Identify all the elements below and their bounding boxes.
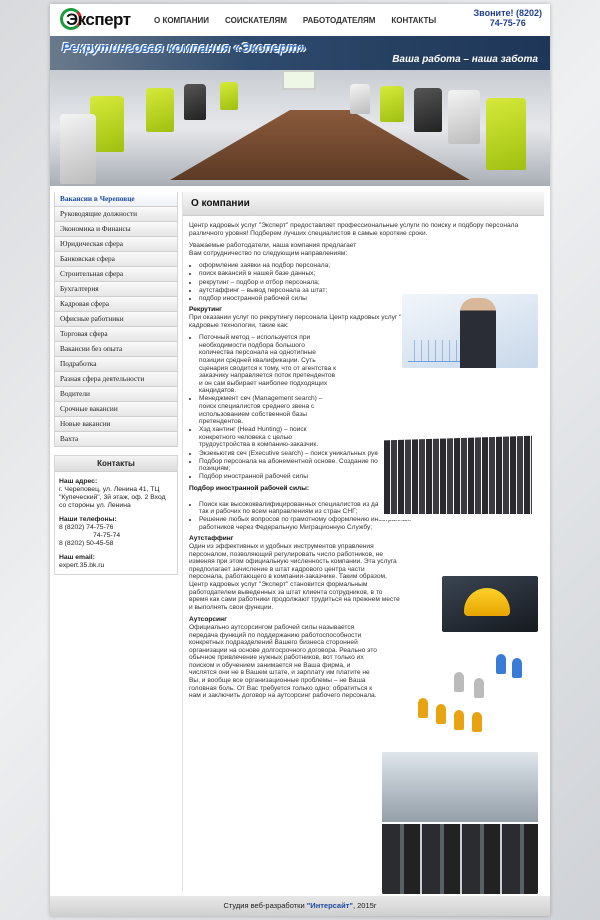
outstaff-figures-image <box>404 642 538 736</box>
logo[interactable]: Эксперт <box>60 8 140 32</box>
sidebar-item-banking[interactable]: Банковская сфера <box>54 252 178 267</box>
conference-room-image <box>50 70 550 186</box>
employers-intro: Уважаемые работодатели, наша компания пр… <box>189 242 357 257</box>
figure-icon <box>418 698 428 718</box>
outsourcing-text: Официально аутсорсингом рабочей силы наз… <box>189 623 377 700</box>
list-item: поиск вакансий в нашей базе данных; <box>199 270 399 278</box>
footer-suffix: , 2015г <box>352 901 377 910</box>
list-item: рекрутинг – подбор и отбор персонала; <box>199 279 399 287</box>
sidebar-item-legal[interactable]: Юридическая сфера <box>54 237 178 252</box>
logo-text: Эксперт <box>66 10 131 29</box>
list-item: Менеджмент сеч (Management search) – пои… <box>199 395 337 425</box>
chair <box>486 98 526 170</box>
sidebar-item-vacancies[interactable]: Вакансии в Череповце <box>54 192 178 207</box>
chair <box>60 114 96 184</box>
graph-graphic <box>408 340 462 362</box>
phone-2: 74-75-74 <box>93 532 121 539</box>
figure-icon <box>454 710 464 730</box>
sidebar-item-new[interactable]: Новые вакансии <box>54 417 178 432</box>
banner-slogan: Рекрутинговая компания «Эксперт» <box>62 40 306 55</box>
team-photo <box>378 408 538 520</box>
sidebar-item-drivers[interactable]: Водители <box>54 387 178 402</box>
header: Эксперт О КОМПАНИИ СОИСКАТЕЛЯМ РАБОТОДАТ… <box>50 4 550 36</box>
main-nav: О КОМПАНИИ СОИСКАТЕЛЯМ РАБОТОДАТЕЛЯМ КОН… <box>146 4 444 36</box>
address-text: г. Череповец, ул. Ленина 41, ТЦ "Купечес… <box>59 486 166 509</box>
sidebar-item-urgent[interactable]: Срочные вакансии <box>54 402 178 417</box>
phone-number: 74-75-76 <box>489 18 526 28</box>
sidebar-item-accounting[interactable]: Бухгалтерия <box>54 282 178 297</box>
nav-applicants[interactable]: СОИСКАТЕЛЯМ <box>217 16 295 25</box>
chair <box>448 90 480 144</box>
nav-employers[interactable]: РАБОТОДАТЕЛЯМ <box>295 16 384 25</box>
figure-icon <box>436 704 446 724</box>
person-figure <box>460 298 496 368</box>
list-item: подбор иностранной рабочей силы <box>199 295 399 303</box>
office-photo <box>382 752 538 894</box>
sidebar-item-trade[interactable]: Торговая сфера <box>54 327 178 342</box>
chair <box>146 88 174 132</box>
phone-label: Звоните! (8202) <box>473 8 542 18</box>
figure-icon <box>512 658 522 678</box>
studio-link[interactable]: "Интерсайт" <box>307 901 353 910</box>
header-phone: Звоните! (8202) 74-75-76 <box>474 8 542 28</box>
sidebar-item-part-time[interactable]: Подработка <box>54 357 178 372</box>
chair <box>184 84 206 120</box>
chair <box>220 82 238 110</box>
sidebar-item-construction[interactable]: Строительная сфера <box>54 267 178 282</box>
helmet-graphic <box>464 588 510 616</box>
sidebar: Вакансии в Череповце Руководящие должнос… <box>54 192 178 575</box>
intro-text: Центр кадровых услуг "Эксперт" предостав… <box>189 222 519 237</box>
list-item: Поточный метод – используется при необхо… <box>199 334 337 395</box>
page-title: О компании <box>183 192 544 216</box>
banner-tagline: Ваша работа – наша забота <box>392 54 538 65</box>
sidebar-item-no-experience[interactable]: Вакансии без опыта <box>54 342 178 357</box>
page: Эксперт О КОМПАНИИ СОИСКАТЕЛЯМ РАБОТОДАТ… <box>50 4 550 916</box>
footer-prefix: Студия веб-разработки <box>223 901 305 910</box>
sidebar-item-various[interactable]: Разная сфера деятельности <box>54 372 178 387</box>
content-body: Центр кадровых услуг "Эксперт" предостав… <box>183 216 544 894</box>
chair <box>380 86 404 122</box>
banner-strip: Рекрутинговая компания «Эксперт» Ваша ра… <box>50 36 550 70</box>
figure-icon <box>472 712 482 732</box>
contacts-box: Контакты Наш адрес: г. Череповец, ул. Ле… <box>54 455 178 575</box>
email-link[interactable]: expert.35.bk.ru <box>59 562 173 570</box>
sidebar-item-office[interactable]: Офисные работники <box>54 312 178 327</box>
sidebar-item-economics[interactable]: Экономика и Финансы <box>54 222 178 237</box>
figure-icon <box>454 672 464 692</box>
list-item: Хэд хантинг (Head Hunting) – поиск конкр… <box>199 426 337 449</box>
phones-title: Наши телефоны: <box>59 516 117 523</box>
contacts-body: Наш адрес: г. Череповец, ул. Ленина 41, … <box>55 472 177 574</box>
businessman-image <box>402 294 538 368</box>
address-title: Наш адрес: <box>59 478 98 485</box>
contacts-title: Контакты <box>55 456 177 472</box>
chair <box>350 84 370 114</box>
list-item: оформление заявки на подбор персонала; <box>199 262 399 270</box>
directions-list: оформление заявки на подбор персонала; п… <box>199 262 399 302</box>
hero-banner: Рекрутинговая компания «Эксперт» Ваша ра… <box>50 36 550 186</box>
list-item: аутстаффинг – вывод персонала за штат; <box>199 287 399 295</box>
phone-3: 8 (8202) 50-45-58 <box>59 540 114 547</box>
outstaff-title: Аутстаффинг <box>189 535 234 543</box>
nav-contacts[interactable]: КОНТАКТЫ <box>383 16 444 25</box>
figure-icon <box>496 654 506 674</box>
hard-hat-image <box>442 576 538 632</box>
footer: Студия веб-разработки "Интерсайт", 2015г <box>50 896 550 916</box>
desks-graphic <box>382 824 538 894</box>
sidebar-item-management[interactable]: Руководящие должности <box>54 207 178 222</box>
chair <box>414 88 442 132</box>
nav-about[interactable]: О КОМПАНИИ <box>146 16 217 25</box>
figure-icon <box>474 678 484 698</box>
phone-1: 8 (8202) 74-75-76 <box>59 524 114 531</box>
window <box>282 70 316 90</box>
sidebar-item-hr[interactable]: Кадровая сфера <box>54 297 178 312</box>
crowd-graphic <box>384 435 532 514</box>
sidebar-item-shift[interactable]: Вахта <box>54 432 178 447</box>
outstaff-text: Один из эффективных и удобных инструмент… <box>189 542 400 611</box>
main-content: О компании Центр кадровых услуг "Эксперт… <box>182 192 544 894</box>
email-title: Наш email: <box>59 554 95 561</box>
